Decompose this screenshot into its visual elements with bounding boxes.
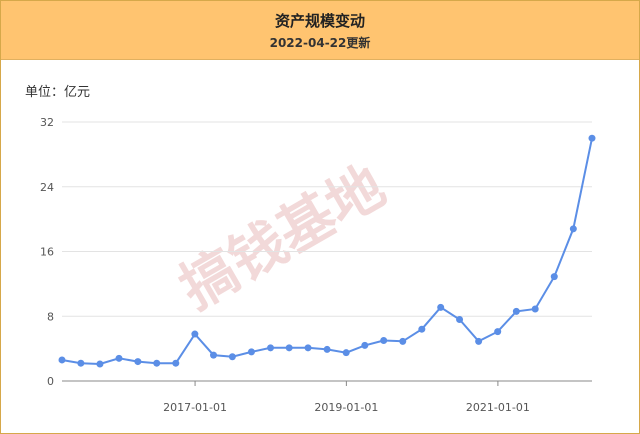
y-tick-label: 24	[40, 181, 54, 194]
data-point[interactable]	[285, 344, 293, 352]
data-point[interactable]	[531, 305, 539, 313]
x-axis: 2017-01-01 2019-01-01 2021-01-01	[163, 381, 530, 414]
x-tick-label: 2019-01-01	[314, 401, 378, 414]
data-point[interactable]	[267, 344, 275, 352]
data-point[interactable]	[475, 337, 483, 345]
line-chart: 搞钱基地 0 8 16 24 32 2017-01-01 2019-01-01 2021-0…	[40, 116, 596, 414]
data-point[interactable]	[191, 330, 199, 338]
data-point[interactable]	[323, 345, 331, 353]
y-tick-label: 16	[40, 246, 54, 259]
data-point[interactable]	[77, 359, 85, 367]
data-point[interactable]	[247, 348, 255, 356]
y-tick-label: 0	[47, 375, 54, 388]
grid-lines	[62, 121, 592, 382]
data-point[interactable]	[456, 315, 464, 323]
data-point[interactable]	[512, 307, 520, 315]
data-point[interactable]	[172, 359, 180, 367]
x-tick-label: 2017-01-01	[163, 401, 227, 414]
data-point[interactable]	[494, 328, 502, 336]
y-axis: 0 8 16 24 32	[40, 116, 54, 388]
data-point[interactable]	[210, 351, 218, 359]
data-point[interactable]	[134, 358, 142, 366]
data-point[interactable]	[569, 225, 577, 233]
data-point[interactable]	[437, 303, 445, 311]
data-point[interactable]	[304, 344, 312, 352]
y-tick-label: 32	[40, 116, 54, 129]
data-point[interactable]	[361, 341, 369, 349]
data-point[interactable]	[418, 325, 426, 333]
data-point[interactable]	[228, 353, 236, 361]
data-point[interactable]	[380, 337, 388, 345]
data-point[interactable]	[153, 359, 161, 367]
x-tick-label: 2021-01-01	[466, 401, 530, 414]
data-point[interactable]	[550, 273, 558, 281]
data-point[interactable]	[342, 349, 350, 357]
y-tick-label: 8	[47, 310, 54, 323]
watermark: 搞钱基地	[170, 154, 396, 322]
data-point[interactable]	[588, 134, 596, 142]
data-point[interactable]	[58, 356, 66, 364]
data-point[interactable]	[115, 354, 123, 362]
data-point[interactable]	[96, 360, 104, 368]
data-point[interactable]	[399, 337, 407, 345]
